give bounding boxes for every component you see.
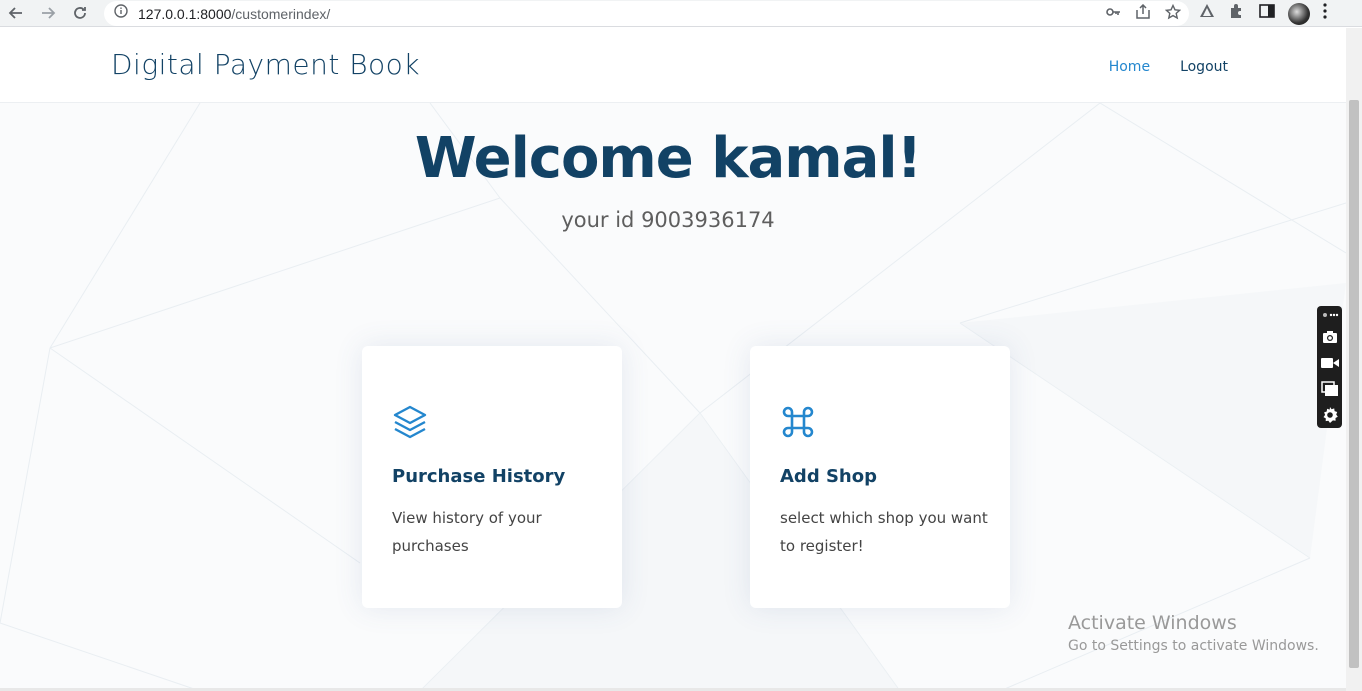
url-path: /customerindex/ [231, 5, 331, 22]
forward-icon[interactable] [36, 1, 60, 25]
address-bar[interactable]: 127.0.0.1:8000/customerindex/ [104, 1, 1189, 26]
watermark-subtitle: Go to Settings to activate Windows. [1068, 638, 1319, 654]
extensions-puzzle-icon[interactable] [1228, 2, 1246, 25]
browser-toolbar: 127.0.0.1:8000/customerindex/ [0, 0, 1362, 27]
card-title[interactable]: Purchase History [392, 466, 565, 487]
site-info-icon[interactable] [114, 4, 128, 23]
url-host: 127.0.0.1:8000 [138, 5, 232, 22]
customer-id-text: your id 9003936174 [561, 208, 775, 232]
key-icon[interactable] [1105, 4, 1121, 25]
url-text: 127.0.0.1:8000/customerindex/ [138, 6, 330, 22]
nav-home-link[interactable]: Home [1109, 59, 1150, 75]
extension-triangle-icon[interactable] [1198, 2, 1216, 25]
settings-gear-icon[interactable] [1317, 402, 1342, 428]
share-icon[interactable] [1135, 3, 1151, 25]
profile-avatar[interactable] [1288, 2, 1310, 25]
page-viewport: Digital Payment Book Home Logout Welcome… [0, 28, 1346, 691]
background-pattern [0, 103, 1346, 691]
card-description: select which shop you want to register! [780, 509, 988, 555]
site-logo[interactable]: Digital Payment Book [111, 48, 420, 81]
layers-icon [392, 404, 428, 440]
purchase-history-card[interactable]: Purchase History View history of your pu… [362, 346, 622, 608]
watermark-title: Activate Windows [1068, 612, 1237, 634]
command-icon [780, 404, 816, 440]
add-shop-card[interactable]: Add Shop select which shop you want to r… [750, 346, 1010, 608]
capture-toolbar [1317, 306, 1342, 428]
toolbar-more-icon[interactable] [1317, 306, 1342, 324]
side-panel-icon[interactable] [1258, 2, 1276, 25]
camera-icon[interactable] [1317, 324, 1342, 350]
back-icon[interactable] [4, 1, 28, 25]
card-description: View history of your purchases [392, 509, 542, 555]
scrollbar-thumb[interactable] [1349, 100, 1359, 668]
video-icon[interactable] [1317, 350, 1342, 376]
site-header: Digital Payment Book Home Logout [0, 28, 1346, 103]
page-scrollbar[interactable] [1346, 28, 1362, 691]
card-title[interactable]: Add Shop [780, 466, 877, 487]
windows-activation-watermark: Activate Windows Go to Settings to activ… [1068, 612, 1319, 654]
main-nav: Home Logout [1109, 59, 1228, 75]
reload-icon[interactable] [68, 1, 92, 25]
browser-menu-icon[interactable] [1322, 2, 1328, 25]
bookmark-star-icon[interactable] [1164, 3, 1182, 25]
welcome-heading: Welcome kamal! [414, 126, 922, 191]
screens-icon[interactable] [1317, 376, 1342, 402]
nav-logout-link[interactable]: Logout [1180, 59, 1228, 75]
